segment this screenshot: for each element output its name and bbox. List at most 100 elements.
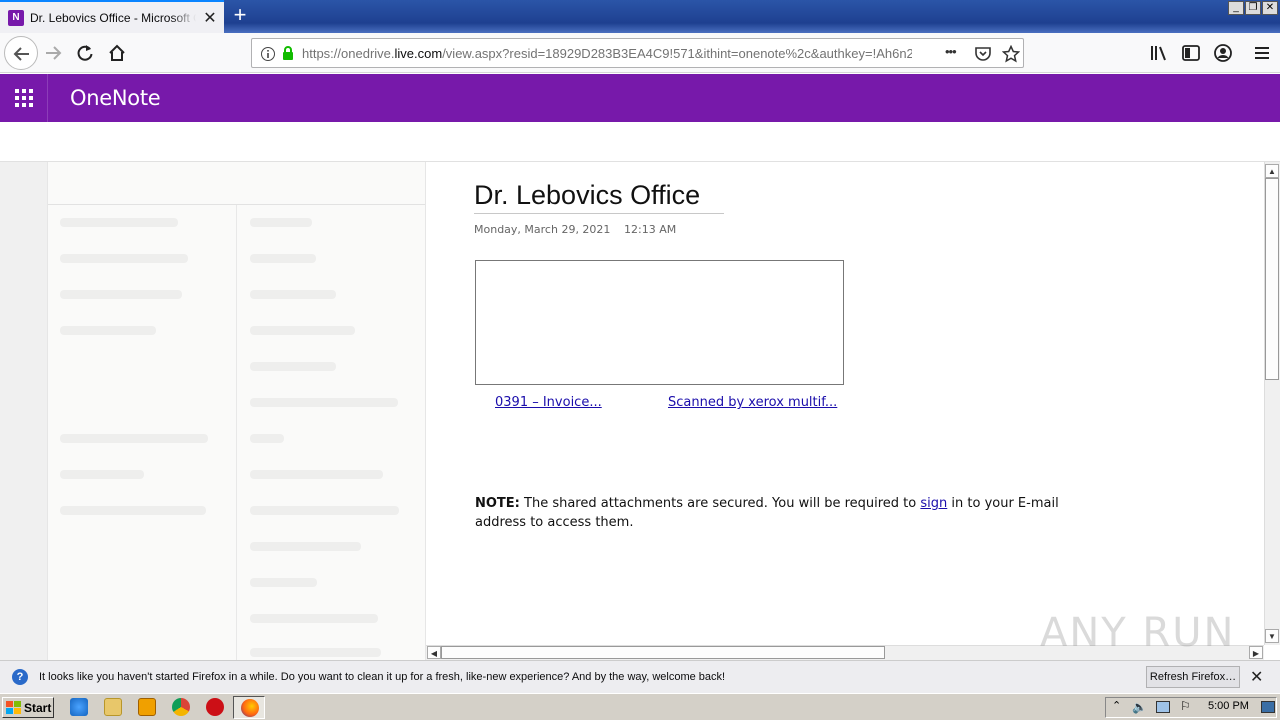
library-icon[interactable] [1149, 43, 1169, 63]
onenote-favicon-icon: N [8, 9, 24, 26]
scroll-left-arrow-icon[interactable]: ◀ [427, 646, 441, 659]
tab-title: Dr. Lebovics Office - Microsoft OneNote … [30, 10, 196, 25]
note-label: NOTE: [475, 496, 520, 511]
sign-in-link[interactable]: sign [920, 496, 947, 511]
page-placeholder [250, 326, 355, 335]
reload-button[interactable] [71, 39, 99, 67]
media-player-taskbar-icon[interactable] [138, 698, 156, 716]
panel-divider [236, 205, 237, 660]
attachment-preview-box[interactable] [475, 260, 844, 385]
section-placeholder [60, 326, 156, 335]
tab-close-icon[interactable]: ✕ [202, 8, 218, 28]
page-placeholder [250, 254, 316, 263]
ie-taskbar-icon[interactable] [70, 698, 88, 716]
window-titlebar: N Dr. Lebovics Office - Microsoft OneNot… [0, 0, 1280, 33]
action-center-flag-icon[interactable]: ⚐ [1180, 699, 1191, 713]
firefox-taskbar-icon [241, 699, 259, 717]
waffle-grid-icon [14, 89, 33, 107]
forward-button[interactable] [39, 39, 67, 67]
tray-expand-icon[interactable]: ⌃ [1112, 699, 1121, 712]
url-bar[interactable]: https://onedrive.live.com/view.aspx?resi… [251, 38, 1024, 68]
back-arrow-icon [13, 47, 29, 61]
page-placeholder [250, 578, 317, 587]
opera-taskbar-icon[interactable] [206, 698, 224, 716]
page-placeholder [250, 470, 383, 479]
note-paragraph: NOTE: The shared attachments are secured… [475, 494, 1075, 532]
bookmark-star-icon[interactable] [1002, 45, 1020, 63]
note-page: Dr. Lebovics Office Monday, March 29, 20… [426, 162, 1264, 645]
notification-bar: ? It looks like you haven't started Fire… [0, 660, 1280, 693]
section-placeholder [60, 218, 178, 227]
page-placeholder [250, 542, 361, 551]
vertical-scroll-thumb[interactable] [1265, 178, 1279, 380]
url-path: /view.aspx?resid=18929D283B3EA4C9!571&it… [442, 46, 912, 61]
secure-lock-icon[interactable] [280, 45, 296, 61]
left-gutter [0, 162, 47, 660]
page-time: 12:13 AM [624, 223, 677, 236]
windows-taskbar: Start ⌃ 🔈 ⚐ 5:00 PM [0, 693, 1280, 720]
sidebar-toggle-icon[interactable] [1181, 43, 1201, 63]
page-placeholder [250, 506, 399, 515]
url-prefix: https://onedrive. [302, 46, 395, 61]
attachment-link-scan[interactable]: Scanned by xerox multif... [668, 395, 837, 410]
chrome-taskbar-icon[interactable] [172, 698, 190, 716]
refresh-firefox-button[interactable]: Refresh Firefox… [1146, 666, 1240, 688]
watermark: ANY RUN [1040, 610, 1236, 656]
horizontal-scroll-thumb[interactable] [441, 646, 885, 659]
help-icon: ? [12, 669, 28, 685]
show-desktop-icon[interactable] [1261, 701, 1275, 713]
explorer-taskbar-icon[interactable] [104, 698, 122, 716]
onenote-header: OneNote [0, 74, 1280, 122]
section-placeholder [60, 506, 206, 515]
forward-arrow-icon [46, 46, 62, 60]
page-placeholder [250, 362, 336, 371]
section-placeholder [60, 434, 208, 443]
start-button[interactable]: Start [2, 697, 54, 718]
notebook-navigation-panel [47, 162, 426, 660]
page-placeholder [250, 290, 336, 299]
section-placeholder [60, 290, 182, 299]
page-placeholder [250, 648, 381, 657]
url-domain: live.com [394, 46, 443, 61]
url-text[interactable]: https://onedrive.live.com/view.aspx?resi… [302, 46, 912, 61]
home-icon [109, 44, 125, 61]
start-label: Start [24, 700, 52, 715]
pocket-icon[interactable] [974, 45, 992, 63]
browser-navbar: https://onedrive.live.com/view.aspx?resi… [0, 33, 1280, 73]
maximize-button[interactable]: ❐ [1245, 1, 1261, 15]
close-window-button[interactable]: ✕ [1262, 1, 1278, 15]
firefox-taskbar-button[interactable] [233, 696, 265, 719]
app-launcher-button[interactable] [0, 74, 48, 122]
page-date: Monday, March 29, 2021 [474, 223, 611, 236]
attachment-link-invoice[interactable]: 0391 – Invoice... [495, 395, 602, 410]
notebook-header-placeholder [48, 162, 425, 205]
taskbar-clock[interactable]: 5:00 PM [1208, 700, 1249, 712]
minimize-button[interactable]: _ [1228, 1, 1244, 15]
windows-logo-icon [6, 700, 21, 714]
app-name[interactable]: OneNote [70, 86, 161, 110]
notification-message: It looks like you haven't started Firefo… [39, 671, 726, 683]
volume-icon[interactable]: 🔈 [1132, 700, 1147, 714]
page-title[interactable]: Dr. Lebovics Office [474, 180, 724, 214]
new-tab-button[interactable]: + [228, 4, 252, 28]
system-tray: ⌃ 🔈 ⚐ [1105, 697, 1277, 718]
network-icon[interactable] [1156, 701, 1170, 713]
reload-icon [77, 45, 93, 61]
back-button[interactable] [4, 36, 38, 70]
scroll-right-arrow-icon[interactable]: ▶ [1249, 646, 1263, 659]
browser-tab-active[interactable]: N Dr. Lebovics Office - Microsoft OneNot… [0, 0, 224, 33]
page-placeholder [250, 434, 284, 443]
hamburger-menu-icon[interactable] [1252, 43, 1272, 63]
scroll-down-arrow-icon[interactable]: ▼ [1265, 629, 1279, 643]
page-actions-icon[interactable]: ••• [945, 44, 957, 59]
note-text-before: The shared attachments are secured. You … [519, 496, 921, 511]
section-placeholder [60, 470, 144, 479]
page-placeholder [250, 614, 378, 623]
account-icon[interactable] [1213, 43, 1233, 63]
scroll-up-arrow-icon[interactable]: ▲ [1265, 164, 1279, 178]
ribbon-area [0, 122, 1280, 162]
home-button[interactable] [103, 39, 131, 67]
info-icon[interactable] [260, 46, 276, 62]
notification-close-icon[interactable]: ✕ [1250, 667, 1263, 687]
page-placeholder [250, 398, 398, 407]
